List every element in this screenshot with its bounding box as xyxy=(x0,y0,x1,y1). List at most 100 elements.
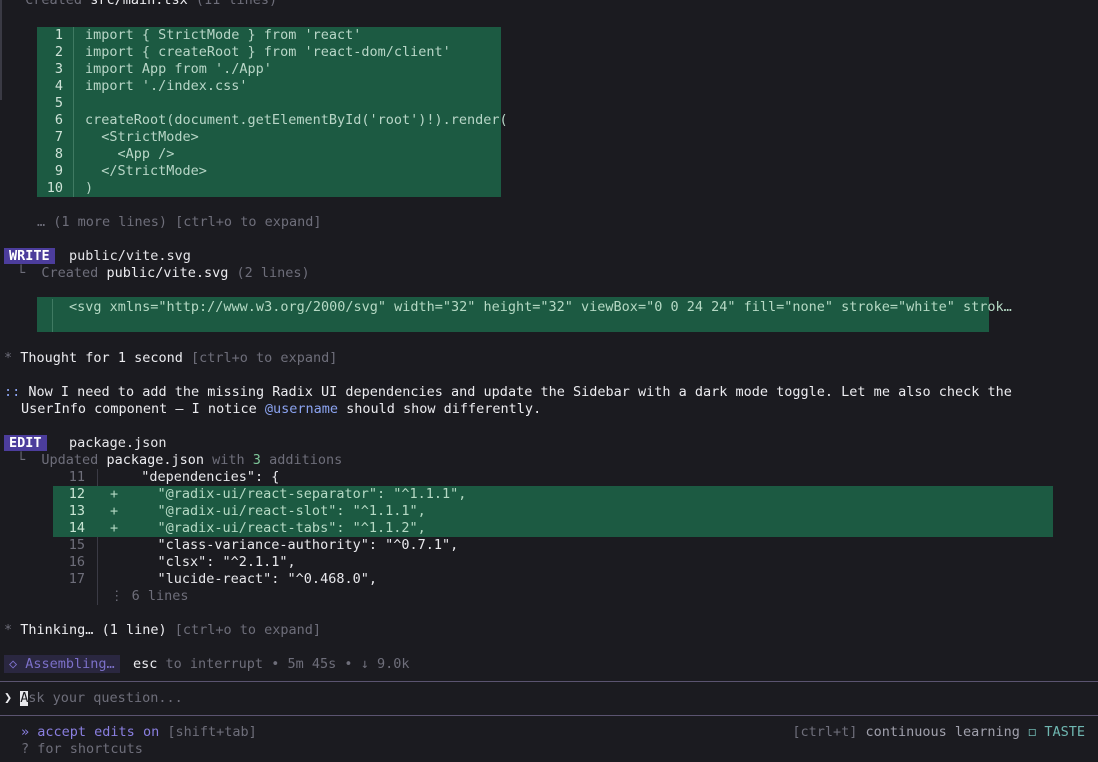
code-text: <App /> xyxy=(85,146,175,162)
diff-text: "clsx": "^2.1.1", xyxy=(125,554,296,570)
code-text: <StrictMode> xyxy=(85,129,199,145)
line-number: 7 xyxy=(54,129,63,145)
learn-key-hint: [ctrl+t] xyxy=(792,724,858,740)
thinking-label: Thinking… xyxy=(20,622,94,638)
diff-context-line: 17 "lucide-react": "^0.468.0", xyxy=(53,571,1053,588)
tree-corner: └ xyxy=(17,0,26,8)
line-number: 12 xyxy=(68,486,85,502)
code-text: createRoot(document.getElementById('root… xyxy=(85,112,508,128)
code-gutter-divider xyxy=(52,299,53,332)
main-tsx-code-block: 1 import { StrictMode } from 'react' 2 impo… xyxy=(37,27,508,197)
edit-updated-line: └ Updated package.json with 3 additions xyxy=(17,452,342,469)
accept-prefix-icon: » xyxy=(21,724,30,740)
line-number: 4 xyxy=(54,78,63,94)
diff-sign: + xyxy=(110,520,119,536)
line-number: 9 xyxy=(54,163,63,179)
more-lines-hint[interactable]: … (1 more lines) [ctrl+o to expand] xyxy=(37,214,321,231)
prompt-input[interactable]: ❯ Ask your question... xyxy=(4,690,183,707)
elapsed-time: 5m 45s xyxy=(287,656,337,672)
top-created-line: └Created src/main.tsx (11 lines) xyxy=(17,0,277,9)
learn-label: continuous learning xyxy=(865,724,1020,740)
code-text: ) xyxy=(85,180,94,196)
down-arrow-icon: ↓ xyxy=(360,656,369,672)
edit-badge: EDIT xyxy=(4,435,47,451)
scroll-indicator[interactable] xyxy=(0,0,2,100)
line-number: 2 xyxy=(54,44,63,60)
diff-view: 11 "dependencies": {12 + "@radix-ui/react… xyxy=(53,469,1053,605)
updated-with: with xyxy=(212,452,245,468)
code-line: 2 import { createRoot } from 'react-dom/c… xyxy=(37,44,501,61)
code-line: 3 import App from './App' xyxy=(37,61,501,78)
thinking-line[interactable]: * Thinking… (1 line) [ctrl+o to expand] xyxy=(4,622,321,639)
line-number: 8 xyxy=(54,146,63,162)
expand-hint: [ctrl+o to expand] xyxy=(191,350,338,366)
diff-sign: + xyxy=(110,486,119,502)
line-number: 14 xyxy=(68,520,85,536)
assistant-message-line1: :: Now I need to add the missing Radix U… xyxy=(4,384,1012,401)
write-path: public/vite.svg xyxy=(69,248,191,264)
diff-context-line: 16 "clsx": "^2.1.1", xyxy=(53,554,1053,571)
line-number: 1 xyxy=(54,27,63,43)
diff-text: "lucide-react": "^0.468.0", xyxy=(125,571,377,587)
code-line: 10) xyxy=(37,180,501,197)
edit-path: package.json xyxy=(69,435,167,451)
thought-line[interactable]: * Thought for 1 second [ctrl+o to expand… xyxy=(4,350,337,367)
esc-key[interactable]: esc xyxy=(133,656,157,672)
esc-text: to interrupt xyxy=(165,656,264,672)
line-number: 16 xyxy=(68,554,85,570)
message-bullet-icon: :: xyxy=(4,384,21,400)
diff-text: "@radix-ui/react-slot": "^1.1.1", xyxy=(125,503,426,519)
vite-svg-code-block: <svg xmlns="http://www.w3.org/2000/svg" … xyxy=(37,297,1012,332)
diff-more-lines[interactable]: ⋮ 6 lines xyxy=(110,588,410,605)
message-text-1: Now I need to add the missing Radix UI d… xyxy=(28,384,1012,400)
created-verb: Created xyxy=(41,265,99,281)
code-line: 4 import './index.css' xyxy=(37,78,501,95)
line-number: 15 xyxy=(68,537,85,553)
thought-label: Thought for xyxy=(20,350,110,366)
diff-context-line: 11 "dependencies": { xyxy=(53,469,1053,486)
continuous-learning-indicator[interactable]: [ctrl+t] continuous learning ◻ TASTE xyxy=(792,724,1085,741)
line-number: 10 xyxy=(46,180,63,196)
code-text: import { createRoot } from 'react-dom/cl… xyxy=(85,44,451,60)
diff-context-line: 15 "class-variance-authority": "^0.7.1", xyxy=(53,537,1053,554)
line-number: 17 xyxy=(68,571,85,587)
additions-count: 3 xyxy=(252,452,261,468)
code-text: import App from './App' xyxy=(85,61,272,77)
code-line: 6 createRoot(document.getElementById('roo… xyxy=(37,112,508,129)
accept-edits-label: accept edits on xyxy=(37,724,160,740)
diff-added-line: 13 + "@radix-ui/react-slot": "^1.1.1", xyxy=(53,503,1053,520)
updated-path: package.json xyxy=(106,452,204,468)
created-path: public/vite.svg xyxy=(106,265,229,281)
additions-word: additions xyxy=(269,452,343,468)
write-badge: WRITE xyxy=(4,248,55,264)
thought-count: 1 xyxy=(117,350,126,366)
line-number: 11 xyxy=(68,469,85,485)
expand-hint: [ctrl+o to expand] xyxy=(174,622,322,638)
accept-edits-toggle[interactable]: » accept edits on [shift+tab] xyxy=(21,724,257,741)
status-pill: ◇ Assembling… xyxy=(4,655,120,673)
separator-dot: • xyxy=(271,656,280,672)
tree-corner: └ xyxy=(17,452,26,468)
thought-unit: second xyxy=(134,350,183,366)
input-bottom-border xyxy=(0,715,1098,716)
thinking-star-icon: * xyxy=(4,622,13,638)
write-created-line: └ Created public/vite.svg (2 lines) xyxy=(17,265,310,282)
code-line: 1 import { StrictMode } from 'react' xyxy=(37,27,501,44)
line-number: 3 xyxy=(54,61,63,77)
created-info: (11 lines) xyxy=(195,0,278,8)
prompt-chevron-icon: ❯ xyxy=(4,690,13,706)
square-icon: ◻ xyxy=(1028,724,1037,740)
created-verb: Created xyxy=(25,0,83,8)
prompt-placeholder: sk your question... xyxy=(28,690,183,706)
diff-added-line: 14 + "@radix-ui/react-tabs": "^1.1.2", xyxy=(53,520,1053,537)
shortcuts-hint[interactable]: ? for shortcuts xyxy=(21,741,143,758)
created-path: src/main.tsx xyxy=(90,0,188,8)
code-line: <svg xmlns="http://www.w3.org/2000/svg" … xyxy=(69,299,1012,315)
diff-text: "@radix-ui/react-tabs": "^1.1.2", xyxy=(125,520,426,536)
code-line: 8 <App /> xyxy=(37,146,501,163)
diff-text: "@radix-ui/react-separator": "^1.1.1", xyxy=(125,486,467,502)
code-line: 5 xyxy=(37,95,501,112)
assistant-message-line2: UserInfo component — I notice @username … xyxy=(21,401,541,418)
taste-label: TASTE xyxy=(1044,724,1085,740)
code-text: </StrictMode> xyxy=(85,163,207,179)
